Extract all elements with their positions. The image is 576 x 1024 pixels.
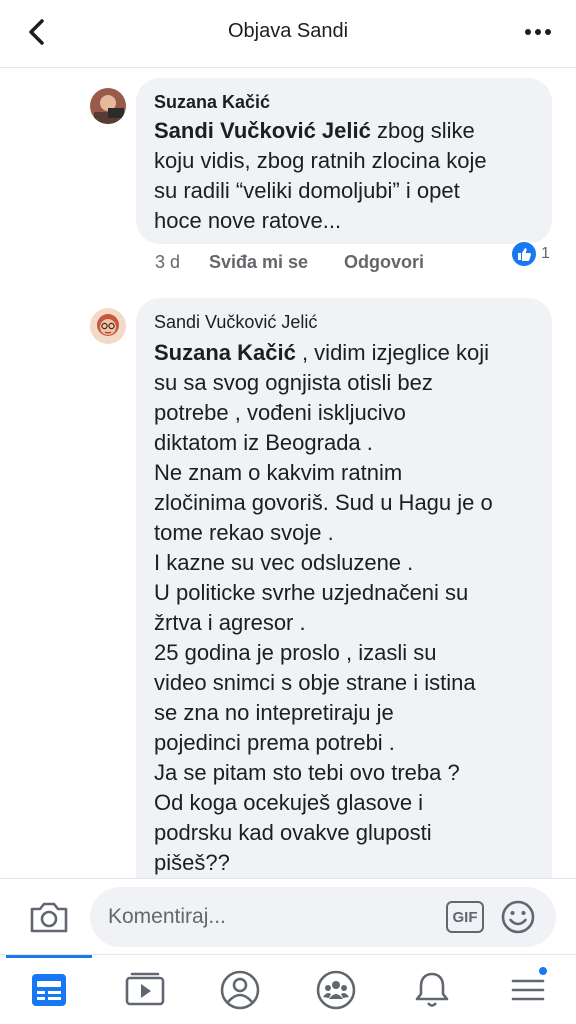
reaction-summary[interactable]: 1: [510, 240, 550, 268]
notifications-icon[interactable]: [411, 969, 453, 1011]
watch-icon[interactable]: [124, 969, 166, 1011]
comment-bubble: Sandi Vučković Jelić Suzana Kačić , vidi…: [136, 298, 552, 918]
smiley-icon[interactable]: [500, 899, 536, 935]
comment-input[interactable]: Komentiraj... GIF: [90, 887, 556, 947]
comment-composer: Komentiraj... GIF: [0, 878, 576, 954]
mention[interactable]: Suzana Kačić: [154, 340, 296, 365]
news-feed-icon[interactable]: [28, 969, 70, 1011]
gif-button[interactable]: GIF: [446, 901, 484, 933]
avatar[interactable]: [90, 88, 126, 124]
comment-text: Suzana Kačić , vidim izjeglice koji su s…: [154, 340, 493, 875]
avatar-image: [90, 308, 126, 344]
reaction-count: 1: [541, 245, 550, 262]
comment-author[interactable]: Suzana Kačić: [154, 92, 270, 113]
comment-time: 3 d: [155, 252, 181, 272]
profile-icon[interactable]: [219, 969, 261, 1011]
mention[interactable]: Sandi Vučković Jelić: [154, 118, 371, 143]
bottom-navigation: [0, 954, 576, 1024]
camera-icon[interactable]: [28, 897, 70, 937]
comment-placeholder: Komentiraj...: [108, 905, 226, 928]
page-title: Objava Sandi: [227, 20, 349, 42]
like-icon: [510, 240, 538, 268]
more-horizontal-icon[interactable]: [518, 14, 558, 50]
comment-text: Sandi Vučković Jelić zbog slike koju vid…: [154, 118, 487, 233]
avatar[interactable]: [90, 308, 126, 344]
top-bar: Objava Sandi: [0, 0, 576, 68]
avatar-image: [90, 88, 126, 124]
like-button[interactable]: Sviđa mi se: [209, 252, 308, 273]
notification-dot: [537, 965, 549, 977]
comment-meta: 3 d: [155, 252, 180, 273]
groups-icon[interactable]: [315, 969, 357, 1011]
comment-bubble: Suzana Kačić Sandi Vučković Jelić zbog s…: [136, 78, 552, 244]
active-tab-indicator: [6, 955, 92, 958]
menu-button[interactable]: [507, 965, 549, 1011]
reply-button[interactable]: Odgovori: [344, 252, 424, 273]
comment-author[interactable]: Sandi Vučković Jelić: [154, 312, 317, 333]
